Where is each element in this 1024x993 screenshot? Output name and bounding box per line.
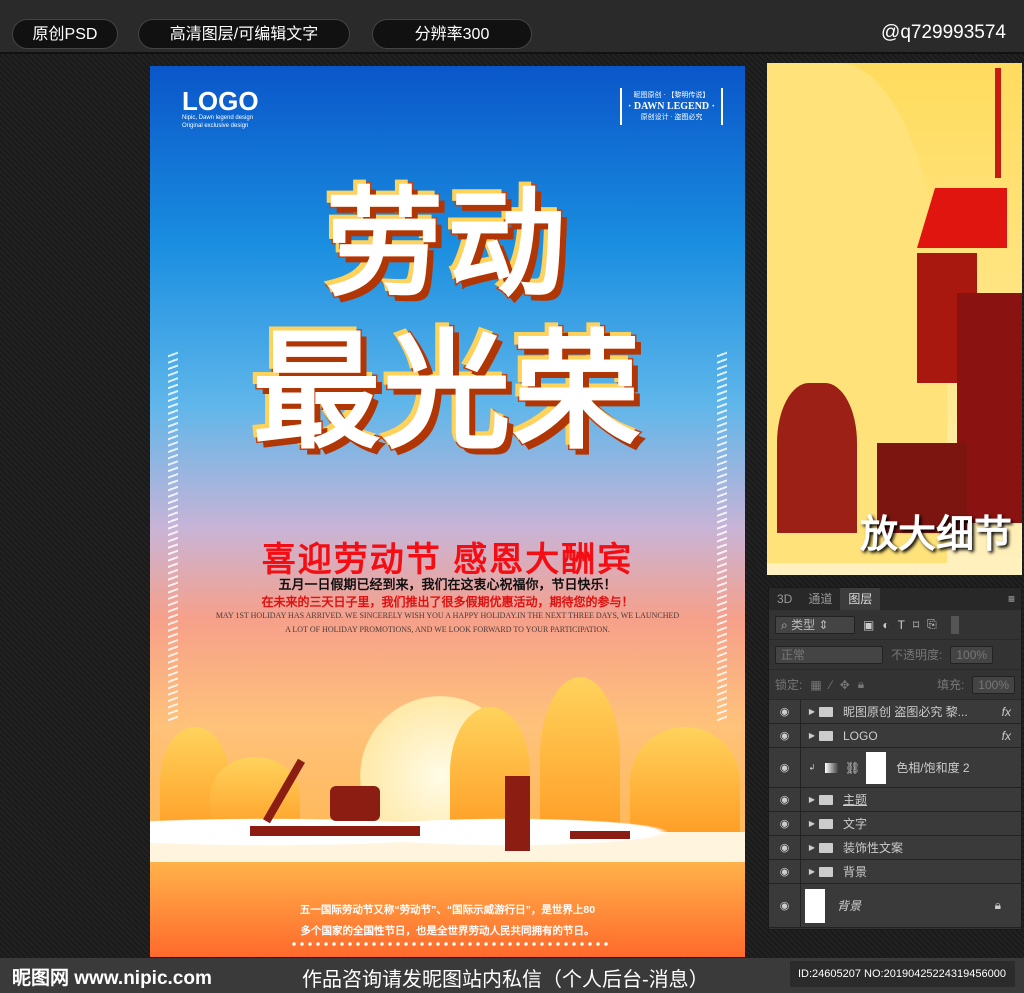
- original-psd-badge: 原创PSD: [12, 19, 118, 49]
- poster-title-line2: 最光荣: [251, 320, 643, 466]
- blend-row: 正常 不透明度: 100%: [769, 640, 1021, 670]
- folder-icon: [819, 706, 833, 717]
- layer-thumbnail: [805, 888, 825, 923]
- folder-icon: [819, 866, 833, 877]
- tab-3d[interactable]: 3D: [769, 588, 800, 610]
- logo-subtitle: Nipic, Dawn legend design Original exclus…: [182, 115, 254, 129]
- house-block-silhouette: [917, 188, 1007, 248]
- dawn-legend-badge: 昵图原创 · 【黎明传说】 · DAWN LEGEND · 原创设计 · 盗图必究: [620, 88, 723, 125]
- eye-icon[interactable]: ◉: [769, 700, 801, 723]
- filter-kind-select[interactable]: ⌕ 类型 ⇕: [775, 615, 855, 634]
- bottom-bar: 昵图网 www.nipic.com 作品咨询请发昵图站内私信（个人后台-消息） …: [0, 958, 1024, 993]
- eye-icon[interactable]: ◉: [769, 812, 801, 835]
- folder-icon: [819, 794, 833, 805]
- top-bar: 原创PSD 高清图层/可编辑文字 分辨率300 @q729993574: [0, 0, 1024, 54]
- eye-icon[interactable]: ◉: [769, 884, 801, 927]
- workers-silhouette: [570, 831, 630, 839]
- poster-footer-text: 五一国际劳动节又称“劳动节”、“国际示威游行日”，是世界上80 多个国家的全国性节…: [299, 904, 596, 937]
- fx-icon[interactable]: fx: [1002, 705, 1011, 719]
- layer-row[interactable]: ◉ ▶ LOGO fx: [769, 724, 1021, 748]
- tab-layers[interactable]: 图层: [840, 588, 881, 610]
- type-filter-icon[interactable]: T: [898, 618, 905, 632]
- lock-all-icon[interactable]: 🔒︎: [858, 677, 864, 692]
- layer-mask-thumbnail: [866, 751, 887, 784]
- eye-icon[interactable]: ◉: [769, 860, 801, 883]
- poster-preview: LOGO Nipic, Dawn legend design Original e…: [150, 66, 745, 957]
- lock-move-icon[interactable]: ✥: [840, 678, 850, 692]
- clouds: [150, 812, 745, 862]
- shape-filter-icon[interactable]: ⌑: [913, 618, 919, 632]
- cargo-silhouette: [330, 786, 380, 821]
- contact-message: 作品咨询请发昵图站内私信（个人后台-消息）: [302, 969, 709, 991]
- filter-row: ⌕ 类型 ⇕ ▣ ◐ T ⌑ ⎘: [769, 610, 1021, 640]
- dotted-divider: [290, 942, 610, 946]
- expand-arrow-icon[interactable]: ▶: [805, 843, 819, 852]
- poster-text-line1: 五月一日假期已经到来，我们在这衷心祝福你，节日快乐！: [278, 577, 617, 592]
- folder-icon: [819, 730, 833, 741]
- detail-zoom-preview: 放大细节: [767, 63, 1022, 575]
- opacity-field[interactable]: 100%: [950, 645, 994, 664]
- lock-label: 锁定:: [775, 678, 803, 692]
- crane-hook-silhouette: [995, 68, 1001, 178]
- expand-arrow-icon[interactable]: ▶: [805, 867, 819, 876]
- layer-row-background[interactable]: ◉ 背景 🔒︎: [769, 884, 1021, 928]
- eye-icon[interactable]: ◉: [769, 748, 801, 787]
- layers-panel: 3D 通道 图层 ≡ ⌕ 类型 ⇕ ▣ ◐ T ⌑ ⎘ 正常 不透明度: 100…: [768, 587, 1022, 930]
- layer-row[interactable]: ◉ ▶ 文字: [769, 812, 1021, 836]
- clip-arrow-icon: ↲: [808, 763, 816, 772]
- expand-arrow-icon[interactable]: ▶: [805, 795, 819, 804]
- layer-row[interactable]: ◉ ↲ ⛓ 色相/饱和度 2: [769, 748, 1021, 788]
- folder-icon: [819, 818, 833, 829]
- panel-menu-icon[interactable]: ≡: [1008, 588, 1021, 610]
- blend-mode-select[interactable]: 正常: [775, 645, 883, 664]
- layers-editable-badge: 高清图层/可编辑文字: [138, 19, 350, 49]
- layer-row[interactable]: ◉ ▶ 主题: [769, 788, 1021, 812]
- poster-english-text: MAY 1ST HOLIDAY HAS ARRIVED. WE SINCEREL…: [215, 611, 680, 634]
- adjustment-filter-icon[interactable]: ◐: [882, 618, 889, 632]
- link-icon[interactable]: ⛓: [845, 761, 860, 775]
- eye-icon[interactable]: ◉: [769, 788, 801, 811]
- poster-text-line2: 在未来的三天日子里，我们推出了很多假期优惠活动，期待您的参与！: [261, 595, 634, 609]
- expand-arrow-icon[interactable]: ▶: [805, 707, 819, 716]
- work-id: ID:24605207 NO:20190425224319456000: [790, 961, 1015, 987]
- lock-row: 锁定: ▦ ⁄ ✥ 🔒︎ 填充: 100%: [769, 670, 1021, 700]
- expand-arrow-icon[interactable]: ▶: [805, 731, 819, 740]
- layer-row[interactable]: ◉ ▶ 昵图原创 盗图必究 黎... fx: [769, 700, 1021, 724]
- lock-pixels-icon[interactable]: ▦: [810, 678, 821, 692]
- site-watermark: 昵图网 www.nipic.com: [12, 968, 212, 989]
- author-handle: @q729993574: [881, 22, 1006, 43]
- structure-silhouette: [505, 776, 530, 851]
- worker-silhouette: [777, 383, 857, 533]
- detail-label: 放大细节: [859, 514, 1012, 556]
- smart-object-filter-icon[interactable]: ⎘: [927, 617, 937, 632]
- eye-icon[interactable]: ◉: [769, 724, 801, 747]
- fx-icon[interactable]: fx: [1002, 729, 1011, 743]
- image-filter-icon[interactable]: ▣: [863, 618, 874, 632]
- lock-brush-icon[interactable]: ⁄: [830, 678, 832, 692]
- expand-arrow-icon[interactable]: ▶: [805, 819, 819, 828]
- filter-toggle[interactable]: [950, 615, 959, 634]
- poster-logo: LOGO: [182, 86, 259, 116]
- tab-channels[interactable]: 通道: [800, 588, 840, 610]
- worker-silhouette-barge: [250, 826, 420, 836]
- layer-row[interactable]: ◉ ▶ 装饰性文案: [769, 836, 1021, 860]
- panel-tabs: 3D 通道 图层 ≡: [769, 588, 1021, 610]
- folder-icon: [819, 842, 833, 853]
- opacity-label: 不透明度:: [891, 648, 943, 662]
- search-icon: ⌕: [781, 617, 788, 632]
- resolution-badge: 分辨率300: [372, 19, 532, 49]
- lock-icon: 🔒︎: [994, 898, 1001, 912]
- fill-label: 填充:: [936, 678, 965, 692]
- layer-row[interactable]: ◉ ▶ 背景: [769, 860, 1021, 884]
- eye-icon[interactable]: ◉: [769, 836, 801, 859]
- adjustment-layer-icon: [825, 762, 839, 773]
- fill-field[interactable]: 100%: [972, 675, 1015, 694]
